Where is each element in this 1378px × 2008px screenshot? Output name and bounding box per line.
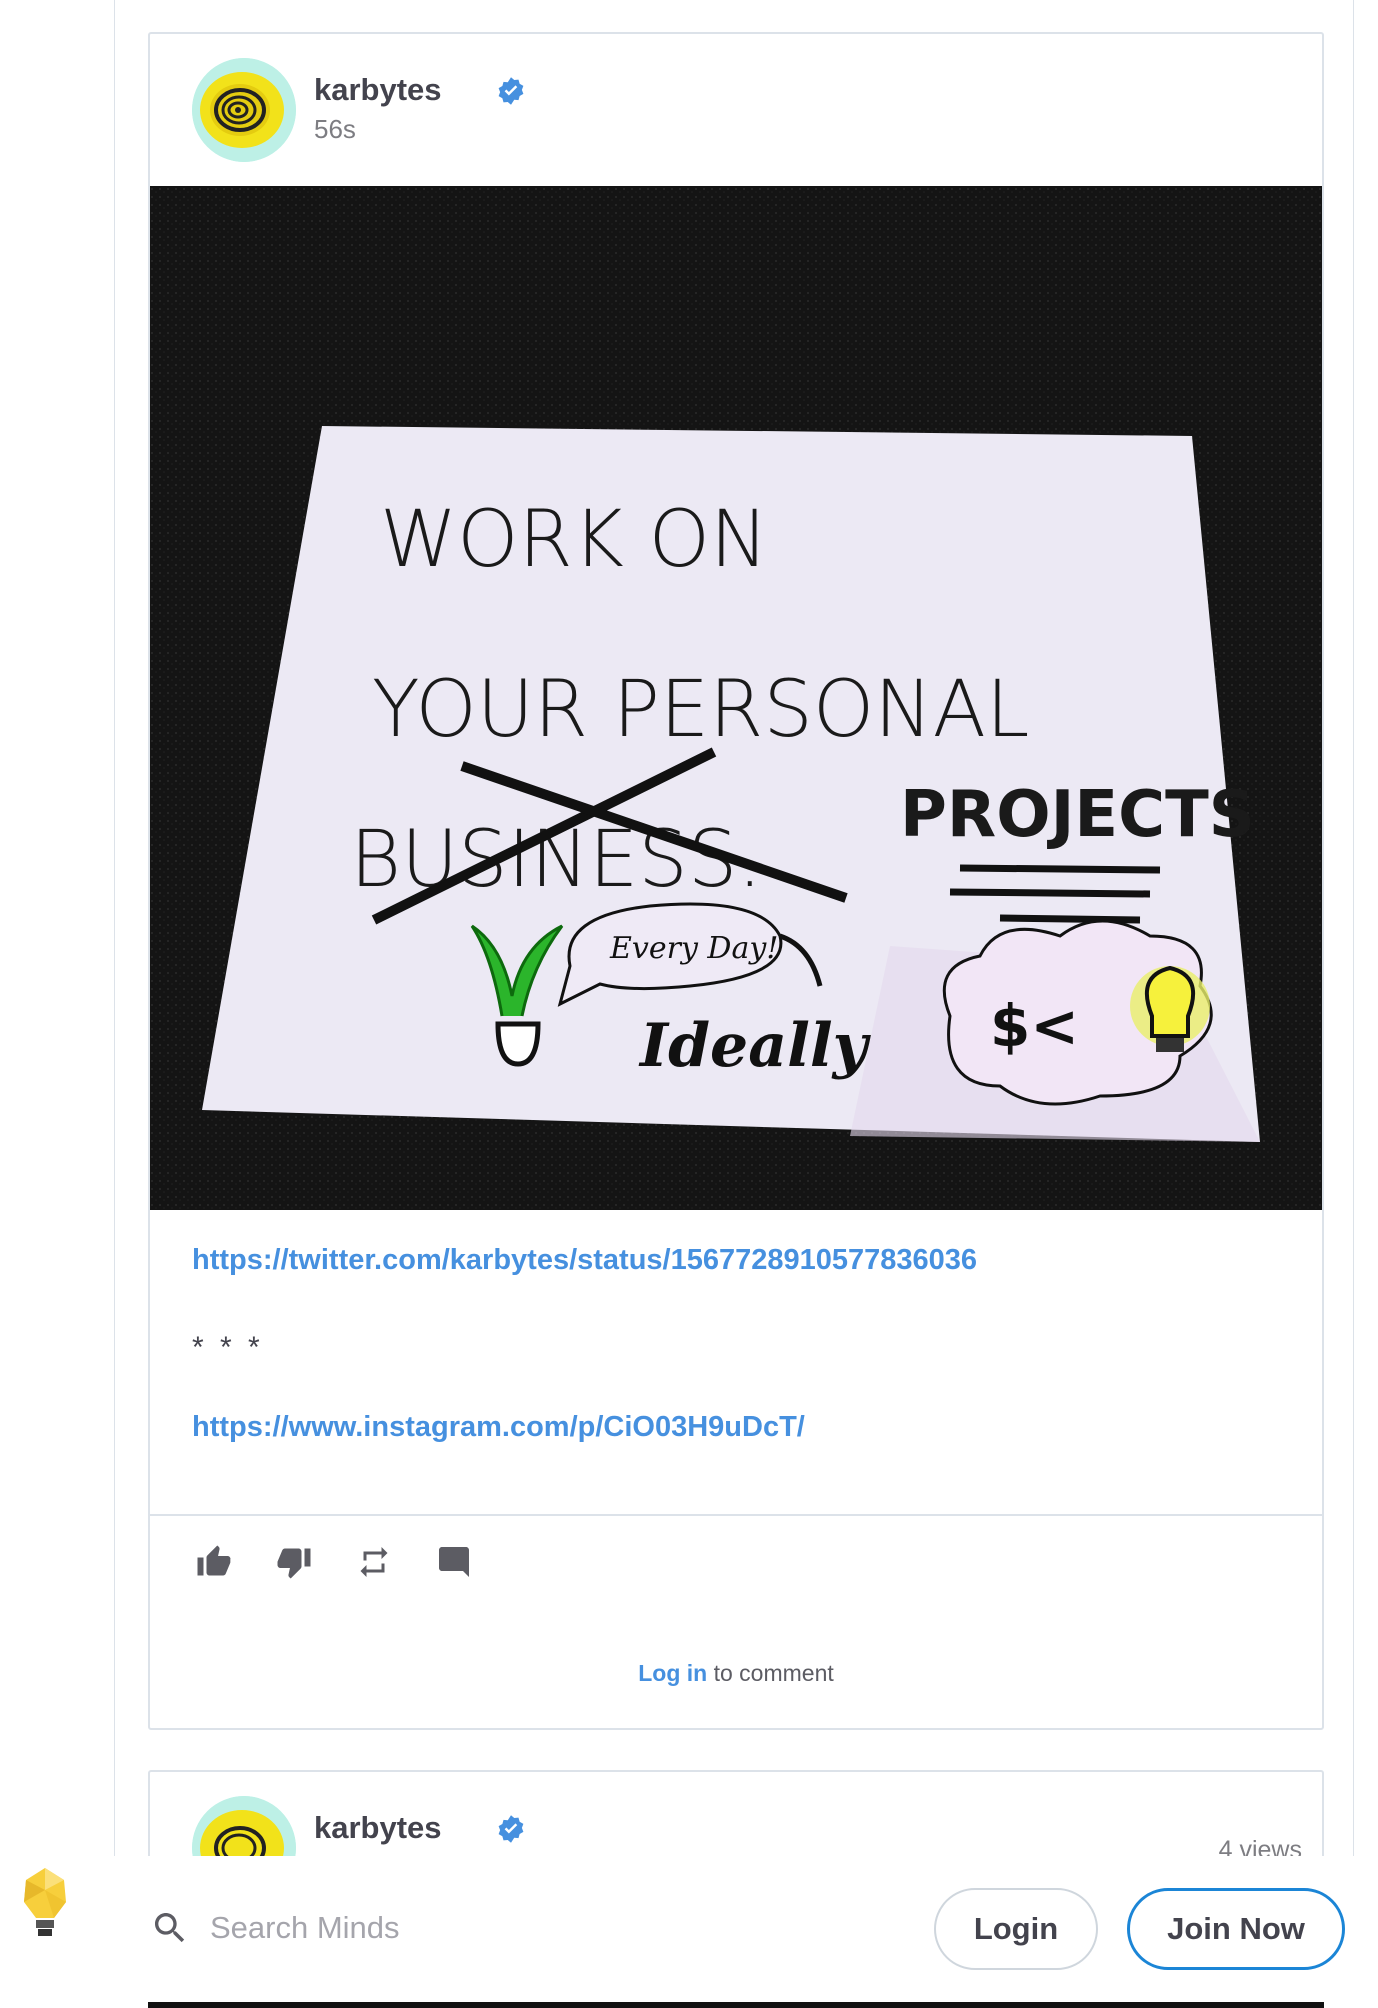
post-message: https://twitter.com/karbytes/status/1567… — [192, 1244, 1292, 1444]
next-post-media-edge — [148, 2002, 1324, 2008]
comment-prompt-suffix: to comment — [707, 1660, 834, 1686]
separator-text: * * * — [192, 1331, 264, 1364]
twitter-link[interactable]: https://twitter.com/karbytes/status/1567… — [192, 1244, 1292, 1277]
right-rail-divider — [1353, 0, 1355, 2008]
media-replacement-word: PROJECTS — [900, 778, 1255, 852]
post-username[interactable]: karbytes — [314, 1810, 442, 1846]
left-rail — [0, 0, 115, 2008]
upvote-button[interactable] — [196, 1544, 232, 1580]
media-line2: YOUR PERSONAL — [372, 665, 1029, 755]
media-thought-text: $< — [990, 992, 1079, 1060]
post-action-bar — [196, 1544, 472, 1594]
post-divider — [150, 1514, 1322, 1516]
activity-post: karbytes 56s WORK ON YOUR PERSONAL BUSIN… — [148, 32, 1324, 1730]
login-button[interactable]: Login — [934, 1888, 1098, 1970]
comment-button[interactable] — [436, 1544, 472, 1580]
remind-button[interactable] — [356, 1544, 392, 1580]
repeat-icon — [360, 1547, 388, 1577]
media-bubble-text: Every Day! — [609, 931, 778, 966]
thumb-down-icon — [277, 1548, 311, 1579]
post-username[interactable]: karbytes — [314, 72, 442, 108]
media-ideally-text: Ideally — [638, 1011, 872, 1081]
minds-logo-icon[interactable] — [20, 1866, 70, 1938]
comment-login-link[interactable]: Log in — [638, 1660, 707, 1686]
verified-badge-icon — [498, 77, 524, 105]
verified-badge-icon — [498, 1815, 524, 1843]
post-timestamp[interactable]: 56s — [314, 114, 356, 145]
join-now-button[interactable]: Join Now — [1127, 1888, 1345, 1970]
downvote-button[interactable] — [276, 1544, 312, 1580]
post-image[interactable]: WORK ON YOUR PERSONAL BUSINESS. PROJECTS… — [150, 186, 1322, 1210]
search-icon[interactable] — [150, 1908, 190, 1948]
thumb-up-icon — [197, 1545, 231, 1576]
chat-bubble-icon — [439, 1547, 469, 1577]
comment-login-prompt: Log in to comment — [150, 1660, 1322, 1687]
avatar[interactable] — [192, 58, 296, 162]
media-line1: WORK ON — [380, 495, 768, 585]
instagram-link[interactable]: https://www.instagram.com/p/CiO03H9uDcT/ — [192, 1411, 1292, 1444]
search-input[interactable] — [210, 1898, 710, 1958]
